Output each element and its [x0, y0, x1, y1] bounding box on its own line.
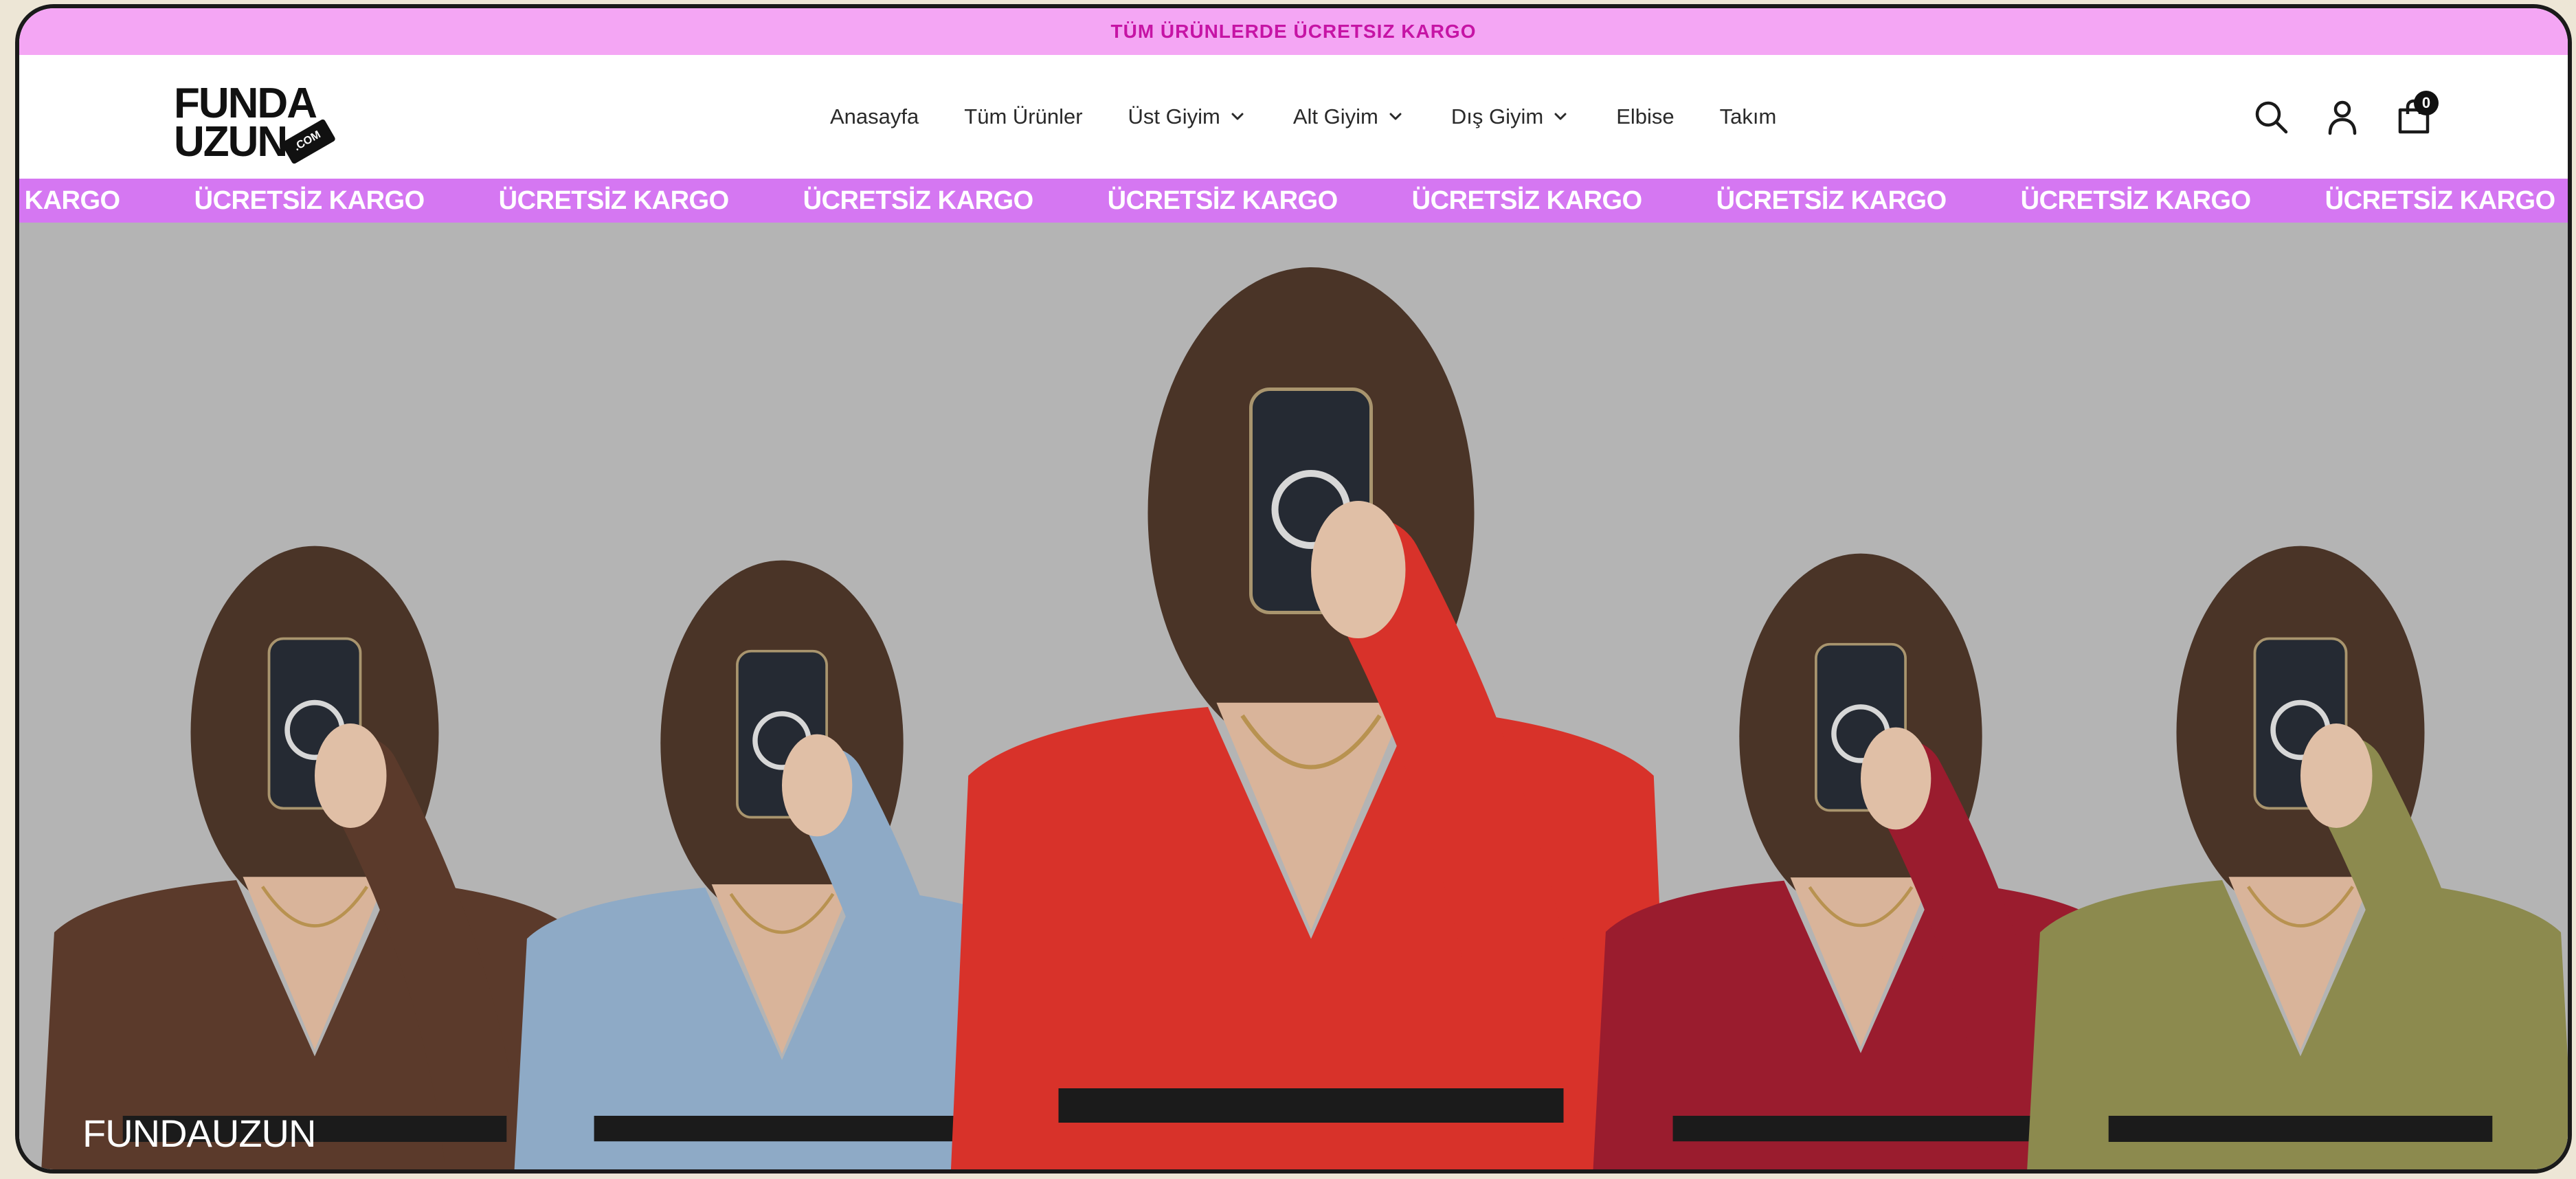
site-header: FUNDA UZUN .COM Anasayfa Tüm Ürünler Üst G…: [19, 55, 2568, 179]
marquee-item: ÜCRETSİZ KARGO: [1716, 186, 1947, 215]
nav-item-label: Alt Giyim: [1292, 104, 1378, 128]
hero-banner[interactable]: FUNDAUZUN: [19, 223, 2568, 1169]
marquee-item: ÜCRETSİZ KARGO: [2325, 186, 2556, 215]
nav-item-3[interactable]: Alt Giyim: [1293, 104, 1406, 129]
chevron-down-icon: [1231, 113, 1244, 120]
bag-icon[interactable]: 0: [2395, 91, 2439, 136]
nav-item-label: Takım: [1719, 104, 1777, 128]
hero-figure: [2027, 546, 2568, 1169]
chevron-down-icon: [1389, 113, 1402, 120]
nav-item-1[interactable]: Tüm Ürünler: [964, 104, 1082, 129]
chevron-down-icon: [1554, 113, 1567, 120]
announcement-text: TÜM ÜRÜNLERDE ÜCRETSIZ KARGO: [1110, 21, 1477, 42]
user-icon[interactable]: [2323, 98, 2362, 136]
nav-item-4[interactable]: Dış Giyim: [1451, 104, 1571, 129]
marquee-item: SİZ KARGO: [19, 186, 120, 215]
browser-frame: TÜM ÜRÜNLERDE ÜCRETSIZ KARGO FUNDA UZUN …: [15, 4, 2572, 1174]
logo-line-2: UZUN: [174, 118, 288, 166]
marquee-item: ÜCRETSİZ KARGO: [498, 186, 730, 215]
hero-figure: [950, 267, 1672, 1169]
nav-item-label: Tüm Ürünler: [964, 104, 1083, 128]
marquee-track: SİZ KARGO ÜCRETSİZ KARGO ÜCRETSİZ KARGO ÜCR…: [19, 179, 2568, 223]
nav-item-2[interactable]: Üst Giyim: [1128, 104, 1248, 129]
nav-item-label: Üst Giyim: [1128, 104, 1220, 128]
site-logo[interactable]: FUNDA UZUN .COM: [174, 80, 339, 166]
marquee-item: ÜCRETSİZ KARGO: [1411, 186, 1643, 215]
header-icons: 0: [2252, 55, 2439, 179]
marquee-item: ÜCRETSİZ KARGO: [803, 186, 1034, 215]
nav-item-0[interactable]: Anasayfa: [830, 104, 919, 129]
main-nav: Anasayfa Tüm Ürünler Üst Giyim Alt Giyim Dış…: [830, 55, 1822, 179]
hero-image: [41, 267, 2568, 1169]
announcement-bar: TÜM ÜRÜNLERDE ÜCRETSIZ KARGO: [19, 8, 2568, 55]
marquee-item: ÜCRETSİZ KARGO: [1107, 186, 1339, 215]
cart-count-badge: 0: [2414, 91, 2439, 115]
hero-figure: [41, 546, 588, 1169]
search-icon[interactable]: [2252, 98, 2290, 136]
logo-tag-text: .COM: [291, 128, 323, 154]
nav-item-label: Anasayfa: [830, 104, 919, 128]
marquee-item: ÜCRETSİZ KARGO: [194, 186, 425, 215]
shipping-marquee: SİZ KARGO ÜCRETSİZ KARGO ÜCRETSİZ KARGO ÜCR…: [19, 179, 2568, 223]
nav-item-label: Elbise: [1616, 104, 1675, 128]
hero-brand-text: FUNDAUZUN: [82, 1112, 316, 1155]
nav-item-label: Dış Giyim: [1451, 104, 1544, 128]
marquee-item: ÜCRETSİZ KARGO: [2020, 186, 2252, 215]
nav-item-5[interactable]: Elbise: [1616, 104, 1674, 129]
nav-item-6[interactable]: Takım: [1720, 104, 1777, 129]
